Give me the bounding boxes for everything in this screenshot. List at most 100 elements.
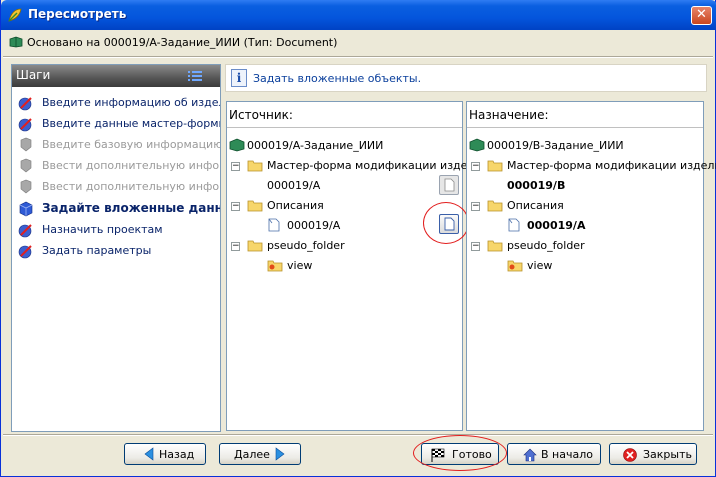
close-button-label: Закрыть — [643, 448, 692, 461]
tree-node-label: pseudo_folder — [507, 239, 585, 252]
grey-shield-icon — [20, 179, 32, 194]
folder-icon — [247, 240, 263, 252]
tree-node-item[interactable]: 000019/A — [267, 218, 417, 234]
tree-node-label: 000019/A — [267, 179, 321, 192]
source-pane: Источник: 000019/A-Задание_ИИИ − Мастер-… — [226, 101, 469, 431]
step-item[interactable]: Назначить проектам — [16, 221, 220, 239]
step-item: Ввести дополнительную информа — [16, 157, 220, 175]
step-label: Задать параметры — [42, 244, 152, 257]
step-item: Введите базовую информацию ид — [16, 136, 220, 154]
start-over-button-label: В начало — [541, 448, 593, 461]
tree-node-folder[interactable]: − Мастер-форма модификации изде — [231, 158, 467, 174]
destination-header: Назначение: — [467, 102, 703, 128]
collapse-icon[interactable]: − — [231, 242, 240, 251]
tree-node-folder[interactable]: − pseudo_folder — [471, 238, 671, 254]
tree-node-item[interactable]: 000019/A — [267, 178, 417, 194]
footer-separator — [3, 434, 713, 436]
title-bar[interactable]: Пересмотреть ✕ — [1, 0, 716, 30]
book-icon — [469, 138, 485, 152]
folder-icon — [247, 200, 263, 212]
tree-node-label: Описания — [267, 199, 324, 212]
step-label: Задайте вложенные данные — [42, 201, 220, 215]
info-text: Задать вложенные объекты. — [253, 72, 422, 85]
collapse-icon[interactable]: − — [471, 202, 480, 211]
based-on-line: Основано на 000019/A-Задание_ИИИ (Тип: D… — [9, 36, 337, 50]
next-button[interactable]: Далее — [219, 443, 301, 465]
highlight-circle — [413, 435, 507, 471]
based-on-text: Основано на 000019/A-Задание_ИИИ (Тип: D… — [27, 36, 338, 49]
tree-node-item[interactable]: view — [267, 258, 417, 274]
tree-root[interactable]: 000019/B-Задание_ИИИ — [469, 138, 701, 154]
step-label: Введите данные мастер-формы м — [42, 117, 220, 130]
book-icon — [9, 36, 23, 48]
steps-panel: Шаги Введите информацию об изделии Введи… — [11, 64, 221, 432]
steps-header: Шаги — [12, 65, 220, 87]
tree-root-label: 000019/A-Задание_ИИИ — [247, 139, 384, 152]
tree-node-folder[interactable]: − Описания — [471, 198, 671, 214]
tree-root[interactable]: 000019/A-Задание_ИИИ — [229, 138, 459, 154]
folder-icon — [247, 160, 263, 172]
tree-node-folder[interactable]: − pseudo_folder — [231, 238, 431, 254]
next-button-label: Далее — [234, 448, 270, 461]
grey-shield-icon — [20, 137, 32, 152]
step-label: Введите информацию об изделии — [42, 96, 220, 109]
tree-node-label: 000019/B — [507, 179, 566, 192]
tree-node-item[interactable]: view — [507, 258, 657, 274]
info-icon: i — [231, 69, 247, 87]
tree-node-item[interactable]: 000019/B — [507, 178, 657, 194]
grey-shield-icon — [20, 158, 32, 173]
source-header: Источник: — [227, 102, 462, 128]
step-item[interactable]: Введите данные мастер-формы м — [16, 115, 220, 133]
collapse-icon[interactable]: − — [471, 162, 480, 171]
close-icon: ✕ — [696, 7, 707, 22]
check-pencil-icon — [18, 245, 32, 259]
arrow-left-icon — [144, 447, 154, 461]
back-button[interactable]: Назад — [124, 443, 206, 465]
arrow-right-icon — [275, 447, 285, 461]
step-label: Ввести дополнительную информа — [42, 159, 220, 172]
step-item-current[interactable]: Задайте вложенные данные — [16, 200, 220, 218]
step-item[interactable]: Введите информацию об изделии — [16, 94, 220, 112]
tree-node-folder[interactable]: − Мастер-форма модификации изделия — [471, 158, 716, 174]
collapse-icon[interactable]: − — [231, 162, 240, 171]
tree-node-label: view — [527, 259, 553, 272]
destination-header-label: Назначение: — [469, 108, 549, 122]
start-over-button[interactable]: В начало — [507, 443, 601, 465]
cancel-icon — [623, 448, 637, 462]
step-label: Назначить проектам — [42, 223, 163, 236]
document-icon — [444, 178, 455, 192]
house-icon — [523, 448, 537, 462]
dialog-window: Пересмотреть ✕ Основано на 000019/A-Зада… — [0, 0, 716, 477]
step-label: Введите базовую информацию ид — [42, 138, 220, 151]
source-header-label: Источник: — [229, 108, 293, 122]
tree-node-label: Мастер-форма модификации изде — [267, 159, 468, 172]
back-button-label: Назад — [159, 448, 195, 461]
tree-node-item[interactable]: 000019/A — [507, 218, 657, 234]
tree-node-label: Мастер-форма модификации изделия — [507, 159, 716, 172]
collapse-icon[interactable]: − — [231, 202, 240, 211]
tree-node-label: 000019/A — [527, 219, 586, 232]
check-pencil-icon — [18, 118, 32, 132]
collapse-icon[interactable]: − — [471, 242, 480, 251]
app-leaf-icon — [8, 8, 22, 22]
blue-cube-icon — [19, 201, 33, 217]
header-separator — [3, 56, 713, 58]
step-item: Ввести дополнительную информа — [16, 178, 220, 196]
document-icon — [268, 218, 280, 232]
list-icon — [188, 71, 202, 81]
check-pencil-icon — [18, 97, 32, 111]
tree-node-label: pseudo_folder — [267, 239, 345, 252]
folder-icon — [487, 160, 503, 172]
tree-node-label: view — [287, 259, 313, 272]
folder-icon — [487, 200, 503, 212]
close-button[interactable]: Закрыть — [609, 443, 697, 465]
step-label: Ввести дополнительную информа — [42, 180, 220, 193]
window-close-button[interactable]: ✕ — [691, 6, 712, 25]
step-item[interactable]: Задать параметры — [16, 242, 220, 260]
tree-node-folder[interactable]: − Описания — [231, 198, 431, 214]
destination-pane: Назначение: 000019/B-Задание_ИИИ − Масте… — [466, 101, 716, 431]
tree-node-label: 000019/A — [287, 219, 341, 232]
window-title: Пересмотреть — [28, 7, 127, 21]
book-icon — [229, 138, 245, 152]
folder-icon — [487, 240, 503, 252]
